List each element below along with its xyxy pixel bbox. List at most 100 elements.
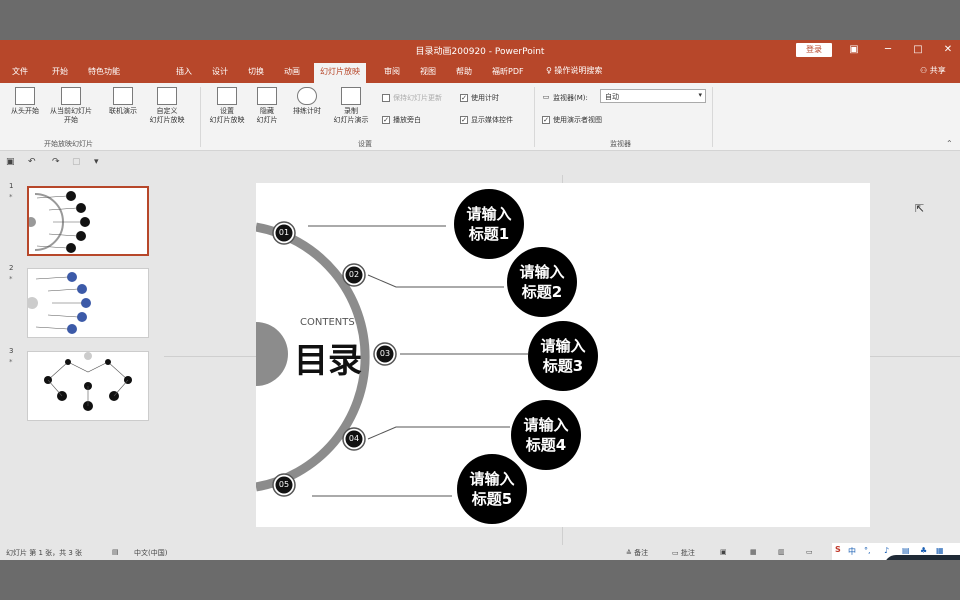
hide-slide-button[interactable]: 隐藏 幻灯片 (246, 87, 288, 131)
status-bar: 幻灯片 第 1 张，共 3 张 ▤ 中文(中国) ≙ 备注 ▭ 批注 ▣ ▦ ▥… (0, 543, 960, 560)
punctuation-icon[interactable]: °, (864, 546, 871, 555)
tab-help[interactable]: 帮助 (456, 66, 472, 77)
undo-icon[interactable]: ↶ (28, 157, 36, 167)
ribbon-display-icon[interactable]: ▣ (846, 43, 862, 57)
use-timing-checkbox[interactable]: ✓ 使用计时 (460, 93, 499, 103)
item-number: 02 (348, 270, 360, 279)
microphone-icon[interactable]: ♪ (884, 546, 889, 555)
monitor-icon: ▭ (542, 93, 550, 101)
group-start-slideshow: 开始放映幻灯片 (44, 140, 93, 148)
item-number: 03 (379, 349, 391, 358)
tab-design[interactable]: 设计 (212, 66, 228, 77)
contents-label: CONTENTS (300, 317, 355, 328)
presenter-view-checkbox[interactable]: ✓ 使用演示者视图 (542, 115, 602, 125)
share-button[interactable]: ⚇ 共享 (920, 65, 946, 76)
arrow-up-icon: ⌃ (896, 559, 902, 560)
slideshow-view-icon[interactable]: ▭ (806, 548, 813, 556)
ribbon-separator (200, 87, 201, 147)
tab-animations[interactable]: 动画 (284, 66, 300, 77)
slide-sorter-icon[interactable]: ▦ (750, 548, 757, 556)
checkbox-icon (382, 94, 390, 102)
mouse-cursor-icon: ⇱ (915, 202, 925, 215)
slideshow-current-icon (61, 87, 81, 105)
tell-me-search[interactable]: ♀ 操作说明搜索 (546, 65, 602, 76)
reading-view-icon[interactable]: ▥ (778, 548, 785, 556)
spellcheck-icon[interactable]: ▤ (112, 548, 119, 556)
slide-counter: 幻灯片 第 1 张，共 3 张 (6, 549, 83, 557)
thumbnail-slide-2[interactable] (26, 268, 149, 338)
setup-slideshow-button[interactable]: 设置 幻灯片放映 (206, 87, 248, 131)
thumbnail-number: 3 (9, 347, 14, 355)
keep-updated-checkbox[interactable]: 保持幻灯片更新 (382, 93, 442, 103)
slideshow-start-icon (15, 87, 35, 105)
toolbox-icon[interactable]: ▦ (936, 546, 944, 555)
comments-button[interactable]: ▭ 批注 (672, 548, 695, 558)
record-slideshow-button[interactable]: 录制 幻灯片演示 (330, 87, 372, 131)
slide-title: 目录 (294, 341, 362, 381)
title-placeholder-3[interactable]: 请输入 标题3 (528, 336, 598, 376)
rehearse-timings-button[interactable]: 排练计时 (286, 87, 328, 131)
show-media-controls-checkbox[interactable]: ✓ 显示媒体控件 (460, 115, 513, 125)
title-placeholder-1[interactable]: 请输入 标题1 (454, 204, 524, 244)
tab-insert[interactable]: 插入 (176, 66, 192, 77)
person-icon: ⚇ (920, 66, 930, 75)
play-narration-checkbox[interactable]: ✓ 播放旁白 (382, 115, 421, 125)
record-icon (341, 87, 361, 105)
tab-view[interactable]: 视图 (420, 66, 436, 77)
item-number: 04 (348, 434, 360, 443)
stopwatch-icon (297, 87, 317, 105)
present-online-button[interactable]: 联机演示 (102, 87, 144, 131)
group-monitors: 监视器 (610, 140, 631, 148)
language-indicator[interactable]: 中文(中国) (134, 548, 167, 558)
close-icon[interactable]: ✕ (940, 43, 956, 57)
comment-icon: ▭ (672, 549, 681, 557)
login-button[interactable]: 登录 (796, 43, 832, 57)
customize-toolbar-icon[interactable]: ▾ (94, 157, 99, 167)
setup-slideshow-icon (217, 87, 237, 105)
thumbnail-number: 1 (9, 182, 14, 190)
ime-language: 中 (848, 547, 856, 556)
checkmark-icon: ✓ (542, 116, 550, 124)
thumbnail-1-preview (26, 191, 90, 253)
monitor-select[interactable]: 自动 ▾ (600, 89, 706, 103)
present-online-icon (113, 87, 133, 105)
thumbnail-slide-1[interactable] (26, 186, 149, 256)
hide-slide-icon (257, 87, 277, 105)
thumbnail-slide-3[interactable] (27, 351, 149, 421)
notes-icon: ≙ (626, 549, 635, 557)
collapse-ribbon-icon[interactable]: ⌃ (946, 139, 953, 148)
tab-special-features[interactable]: 特色功能 (88, 66, 120, 77)
tab-home[interactable]: 开始 (52, 66, 68, 77)
custom-slideshow-button[interactable]: 自定义 幻灯片放映 (146, 87, 188, 131)
tab-file[interactable]: 文件 (12, 66, 28, 77)
tab-foxit-pdf[interactable]: 福昕PDF (492, 66, 524, 77)
tab-review[interactable]: 审阅 (384, 66, 400, 77)
start-presentation-icon[interactable]: ▢ (72, 157, 81, 167)
maximize-icon[interactable]: □ (910, 43, 926, 57)
from-beginning-button[interactable]: 从头开始 (4, 87, 46, 131)
title-placeholder-4[interactable]: 请输入 标题4 (511, 415, 581, 455)
skin-icon[interactable]: ♣ (920, 546, 927, 555)
checkmark-icon: ✓ (382, 116, 390, 124)
title-placeholder-5[interactable]: 请输入 标题5 (457, 469, 527, 509)
item-number: 01 (278, 228, 290, 237)
ribbon-separator (712, 87, 713, 147)
checkmark-icon: ✓ (460, 94, 468, 102)
normal-view-icon[interactable]: ▣ (720, 548, 727, 556)
minimize-icon[interactable]: ─ (880, 43, 896, 57)
keyboard-icon[interactable]: ▤ (902, 546, 910, 555)
checkmark-icon: ✓ (460, 116, 468, 124)
from-current-slide-button[interactable]: 从当前幻灯片 开始 (50, 87, 92, 131)
tab-slideshow[interactable]: 幻灯片放映 (314, 63, 366, 83)
redo-icon[interactable]: ↷ (52, 157, 60, 167)
quick-access-toolbar: ▣ ↶ ↷ ▢ ▾ (0, 151, 960, 175)
ribbon-tabs: 文件 开始 插入 设计 切换 动画 幻灯片放映 审阅 视图 帮助 福昕PDF 特… (0, 60, 960, 83)
thumbnail-number: 2 (9, 264, 14, 272)
slide-canvas[interactable]: 01 02 03 04 05 CONTENTS 目录 请输入 标题1 请输入 标题2… (256, 183, 870, 527)
title-placeholder-2[interactable]: 请输入 标题2 (507, 262, 577, 302)
zoom-overlay[interactable]: ⌃ 60 (884, 555, 960, 560)
notes-button[interactable]: ≙ 备注 (626, 548, 648, 558)
save-icon[interactable]: ▣ (6, 157, 15, 167)
tab-transitions[interactable]: 切换 (248, 66, 264, 77)
animation-marker: * (9, 193, 13, 201)
